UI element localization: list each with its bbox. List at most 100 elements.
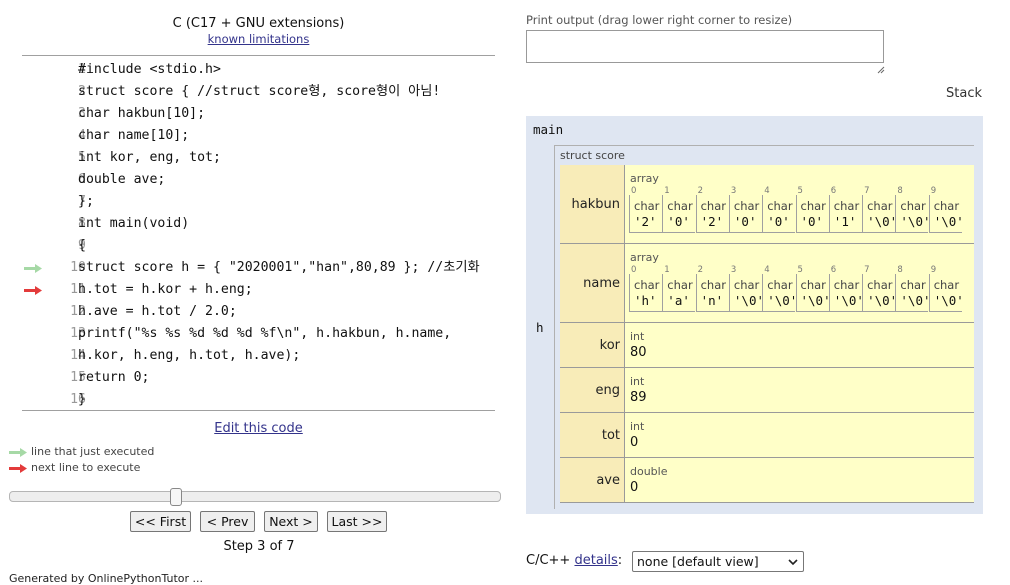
field-eng: eng int 89: [560, 368, 974, 413]
value-eng-number: 89: [630, 390, 647, 405]
code-line: 4 char name[10];: [22, 125, 495, 147]
array-cell-type: char: [667, 278, 693, 292]
code-line: 6 double ave;: [22, 169, 495, 191]
type-tag-tot: int: [630, 420, 645, 433]
field-name-eng: eng: [560, 368, 625, 412]
code-line: 7};: [22, 191, 495, 213]
field-hakbun: hakbun array 0 char '2' 1 char '0' 2 char '2' 3 ch…: [560, 165, 974, 244]
breakpoint-gutter[interactable]: [22, 147, 44, 169]
code-line: 1 #include <stdio.h>: [22, 59, 495, 81]
array-cell-value: '\0': [767, 293, 798, 308]
frame-name: main: [533, 122, 564, 137]
array-cell: char '\0': [728, 274, 764, 312]
view-mode-selected: none [default view]: [637, 554, 759, 569]
code-line: 13 printf("%s %s %d %d %d %f\n", h.hakbun…: [22, 323, 495, 345]
line-code: #include <stdio.h>: [78, 62, 221, 77]
breakpoint-gutter[interactable]: [22, 191, 44, 213]
line-code: }: [78, 392, 86, 407]
breakpoint-gutter[interactable]: [22, 235, 44, 257]
array-cell-value: '\0': [800, 293, 831, 308]
line-code: struct score h = { "2020001","han",80,89…: [78, 260, 480, 275]
array-cell: char '\0': [762, 274, 798, 312]
line-code: char name[10];: [78, 128, 190, 143]
breakpoint-gutter[interactable]: [22, 257, 44, 279]
value-ave: double 0: [625, 458, 974, 502]
line-code: char hakbun[10];: [78, 106, 206, 121]
array-cell-type: char: [800, 278, 826, 292]
breakpoint-gutter[interactable]: [22, 389, 44, 411]
line-code: double ave;: [78, 172, 166, 187]
code-line: 10 struct score h = { "2020001","han",80,…: [22, 257, 495, 279]
array-cell-type: char: [767, 278, 793, 292]
code-line: 8 int main(void): [22, 213, 495, 235]
array-cell-type: char: [634, 278, 660, 292]
breakpoint-gutter[interactable]: [22, 169, 44, 191]
print-output-label: Print output (drag lower right corner to…: [526, 13, 793, 27]
print-output-box[interactable]: [526, 30, 884, 63]
field-tot: tot int 0: [560, 413, 974, 458]
breakpoint-gutter[interactable]: [22, 367, 44, 389]
edit-code-link[interactable]: Edit this code: [22, 421, 495, 436]
array-cell: char '\0': [928, 195, 964, 233]
code-line: 3 char hakbun[10];: [22, 103, 495, 125]
array-cell-value: '\0': [933, 214, 964, 229]
struct-value: struct score hakbun array 0 char '2' 1 char '…: [554, 145, 974, 509]
resize-grip-icon[interactable]: [877, 66, 885, 74]
array-cell-type: char: [800, 199, 826, 213]
view-mode-select[interactable]: none [default view]: [632, 551, 804, 572]
array-cell: char '\0': [895, 274, 931, 312]
array-cell-value: '\0': [733, 293, 764, 308]
breakpoint-gutter[interactable]: [22, 125, 44, 147]
code-line: 14 h.kor, h.eng, h.tot, h.ave);: [22, 345, 495, 367]
line-code: };: [78, 194, 94, 209]
code-bottom-divider: [22, 410, 495, 411]
known-limitations-link[interactable]: known limitations: [208, 32, 310, 46]
details-link[interactable]: details: [574, 553, 617, 568]
array-cell-value: '\0': [833, 293, 864, 308]
struct-type-label: struct score: [560, 149, 625, 162]
step-slider-track[interactable]: [9, 491, 501, 502]
array-cell-type: char: [933, 278, 960, 292]
line-code: int kor, eng, tot;: [78, 150, 221, 165]
breakpoint-gutter[interactable]: [22, 81, 44, 103]
last-button[interactable]: Last >>: [327, 511, 387, 532]
line-code: {: [78, 238, 86, 253]
field-name-tot: tot: [560, 413, 625, 457]
step-slider-handle[interactable]: [169, 488, 182, 506]
breakpoint-gutter[interactable]: [22, 345, 44, 367]
step-counter: Step 3 of 7: [223, 539, 295, 554]
code-line: 9{: [22, 235, 495, 257]
code-line: 15 return 0;: [22, 367, 495, 389]
array-cell: char '0': [762, 195, 796, 233]
breakpoint-gutter[interactable]: [22, 323, 44, 345]
array-cell: char '\0': [862, 195, 897, 233]
array-cell-value: '\0': [933, 293, 964, 308]
legend-executed-label: line that just executed: [31, 445, 155, 458]
breakpoint-gutter[interactable]: [22, 59, 44, 81]
array-cell: char '\0': [862, 274, 897, 312]
known-limitations-link-wrap: known limitations: [22, 32, 495, 46]
array-cell-type: char: [733, 199, 760, 213]
breakpoint-gutter[interactable]: [22, 279, 44, 301]
array-cell-value: 'a': [667, 293, 690, 308]
line-code: h.ave = h.tot / 2.0;: [78, 304, 237, 319]
array-cell-value: '2': [700, 214, 724, 229]
type-tag-eng: int: [630, 375, 645, 388]
next-button[interactable]: Next >: [264, 511, 318, 532]
breakpoint-gutter[interactable]: [22, 301, 44, 323]
field-name-kor: kor: [560, 323, 625, 367]
code-line: 2 struct score { //struct score형, score형이…: [22, 81, 495, 103]
field-kor: kor int 80: [560, 323, 974, 368]
code-line: 16}: [22, 389, 495, 411]
array-cell-value: '1': [833, 214, 857, 229]
type-tag-hakbun: array: [630, 172, 659, 185]
array-hakbun: array 0 char '2' 1 char '0' 2 char '2' 3 char '0' 4 c…: [625, 165, 974, 243]
first-button[interactable]: << First: [130, 511, 191, 532]
array-cell-type: char: [900, 199, 926, 213]
breakpoint-gutter[interactable]: [22, 213, 44, 235]
value-tot-number: 0: [630, 435, 639, 450]
breakpoint-gutter[interactable]: [22, 103, 44, 125]
line-code: int main(void): [78, 216, 190, 231]
array-cell-type: char: [933, 199, 960, 213]
prev-button[interactable]: < Prev: [200, 511, 255, 532]
